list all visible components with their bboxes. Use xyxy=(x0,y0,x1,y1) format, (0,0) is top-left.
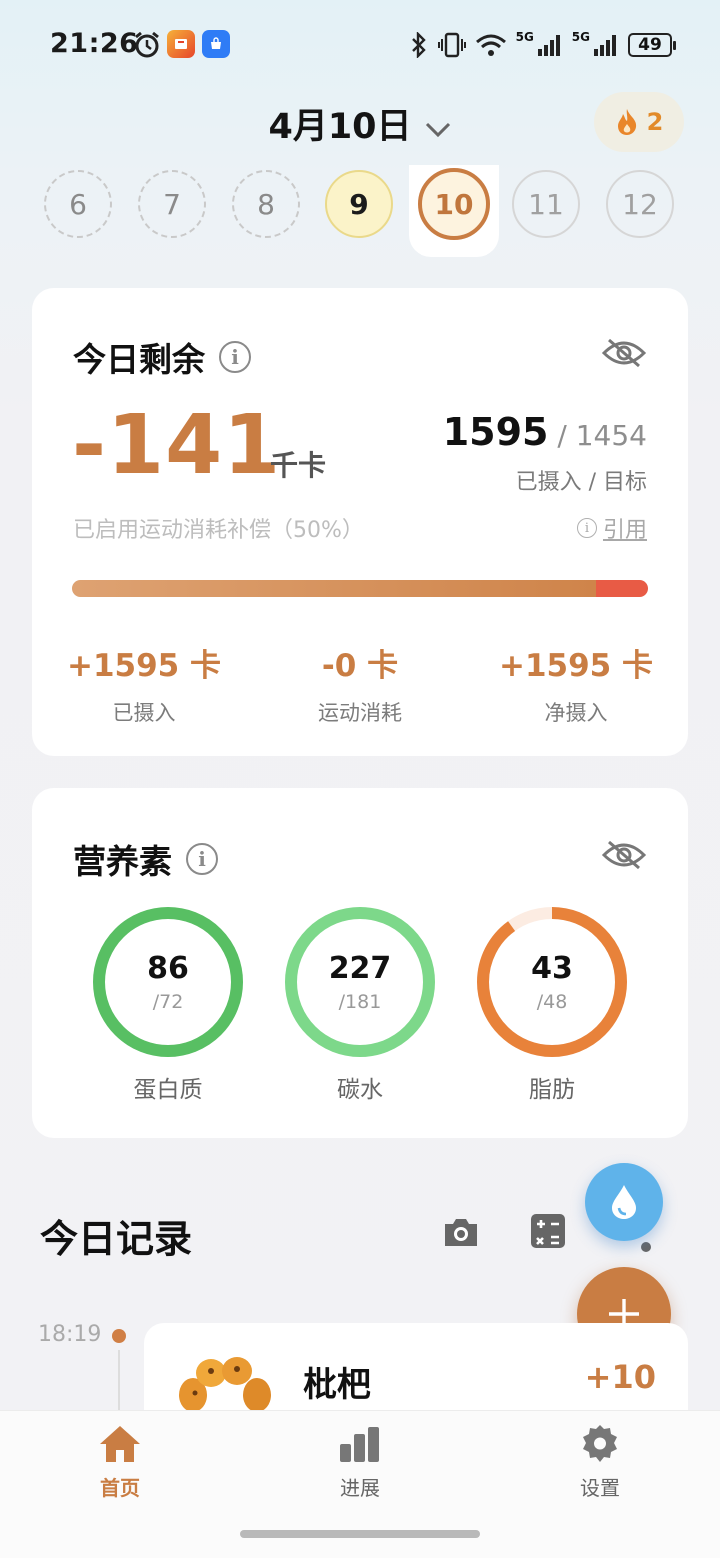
info-icon[interactable]: i xyxy=(186,843,218,875)
day-7[interactable]: 7 xyxy=(138,170,206,238)
protein-value: 86 xyxy=(147,951,189,986)
app-notification-icon xyxy=(167,30,195,58)
carbs-ring[interactable]: 227 /181 xyxy=(283,905,437,1059)
water-drop-icon xyxy=(612,1185,636,1219)
stat-net-value: +1595 卡 xyxy=(498,648,654,684)
day-12[interactable]: 12 xyxy=(606,170,674,238)
remaining-value: -141 xyxy=(72,398,282,493)
flame-icon xyxy=(617,109,636,135)
day-8[interactable]: 8 xyxy=(232,170,300,238)
remaining-title-row: 今日剩余 i xyxy=(73,333,251,381)
signal-icon-2 xyxy=(594,35,616,56)
battery-indicator: 49 xyxy=(628,33,676,57)
water-button[interactable] xyxy=(585,1163,663,1241)
carbs-label: 碳水 xyxy=(337,1077,383,1103)
remaining-unit: 千卡 xyxy=(270,449,327,482)
stat-intake: +1595 卡 已摄入 xyxy=(44,640,244,727)
nav-home[interactable]: 首页 xyxy=(60,1424,180,1501)
eye-hidden-icon[interactable] xyxy=(601,838,647,876)
compensation-note: 已启用运动消耗补偿（50%） xyxy=(73,518,364,543)
records-title: 今日记录 xyxy=(40,1217,193,1261)
intake-value: 1595 xyxy=(442,410,549,454)
app-market-icon xyxy=(202,30,230,58)
bluetooth-icon xyxy=(411,32,426,58)
nav-progress-label: 进展 xyxy=(340,1476,380,1500)
food-name: 枇杷 xyxy=(303,1365,371,1405)
streak-count: 2 xyxy=(646,108,664,136)
network-type: 5G xyxy=(515,30,534,44)
nav-settings[interactable]: 设置 xyxy=(540,1424,660,1501)
day-6[interactable]: 6 xyxy=(44,170,112,238)
stat-exercise-label: 运动消耗 xyxy=(318,701,402,725)
stat-exercise: -0 卡 运动消耗 xyxy=(260,640,460,727)
progress-fill xyxy=(72,580,597,597)
camera-icon[interactable] xyxy=(441,1212,481,1252)
fat-goal: /48 xyxy=(536,991,568,1013)
nutrients-title-row: 营养素 i xyxy=(73,835,218,883)
cite-link[interactable]: i 引用 xyxy=(576,512,647,544)
network-type-2: 5G xyxy=(571,30,590,44)
home-icon xyxy=(100,1426,140,1462)
nav-settings-label: 设置 xyxy=(580,1476,620,1500)
date-label: 4月10日 xyxy=(268,107,412,147)
cite-label: 引用 xyxy=(602,518,647,543)
target-value: 1454 xyxy=(575,419,647,452)
carbs-value: 227 xyxy=(328,951,392,986)
alarm-icon xyxy=(133,31,161,59)
status-time: 21:26 xyxy=(50,28,139,59)
gesture-home-bar[interactable] xyxy=(240,1530,480,1538)
day-9[interactable]: 9 xyxy=(325,170,393,238)
chevron-down-icon xyxy=(424,108,452,148)
food-calories: +10 xyxy=(584,1358,656,1396)
stat-exercise-value: -0 卡 xyxy=(321,648,399,684)
stat-net: +1595 卡 净摄入 xyxy=(476,640,676,727)
fat-value: 43 xyxy=(531,951,573,986)
protein-goal: /72 xyxy=(152,991,184,1013)
calculator-icon[interactable] xyxy=(529,1212,569,1252)
fat-ring[interactable]: 43 /48 xyxy=(475,905,629,1059)
progress-over xyxy=(596,580,648,597)
day-11[interactable]: 11 xyxy=(512,170,580,238)
fat-label: 脂肪 xyxy=(529,1077,575,1103)
food-image xyxy=(175,1355,273,1415)
nav-home-label: 首页 xyxy=(100,1476,140,1500)
info-icon-small: i xyxy=(576,518,597,538)
nav-progress[interactable]: 进展 xyxy=(300,1424,420,1501)
bar-chart-icon xyxy=(340,1427,379,1462)
search-icon-partial[interactable] xyxy=(640,1238,654,1252)
signal-icon xyxy=(537,35,560,56)
nutrients-title: 营养素 xyxy=(73,842,172,881)
calorie-progress-bar xyxy=(72,580,648,597)
gear-icon xyxy=(583,1425,617,1462)
status-icons: 5G 5G 49 xyxy=(409,30,676,60)
streak-badge[interactable]: 2 xyxy=(594,92,684,152)
stat-intake-value: +1595 卡 xyxy=(66,648,222,684)
timeline-dot xyxy=(112,1329,126,1343)
intake-target: 1595 / 1454 xyxy=(442,410,647,454)
wifi-icon xyxy=(475,34,506,56)
protein-ring[interactable]: 86 /72 xyxy=(91,905,245,1059)
vibrate-icon xyxy=(437,32,466,58)
protein-label: 蛋白质 xyxy=(133,1077,203,1103)
day-10-selected[interactable]: 10 xyxy=(418,168,490,240)
intake-target-label: 已摄入 / 目标 xyxy=(515,470,647,495)
carbs-goal: /181 xyxy=(338,991,382,1013)
stat-net-label: 净摄入 xyxy=(544,701,608,725)
info-icon[interactable]: i xyxy=(219,341,251,373)
stat-intake-label: 已摄入 xyxy=(112,701,176,725)
remaining-title: 今日剩余 xyxy=(73,340,205,379)
eye-hidden-icon[interactable] xyxy=(601,336,647,374)
entry-time: 18:19 xyxy=(38,1322,102,1347)
